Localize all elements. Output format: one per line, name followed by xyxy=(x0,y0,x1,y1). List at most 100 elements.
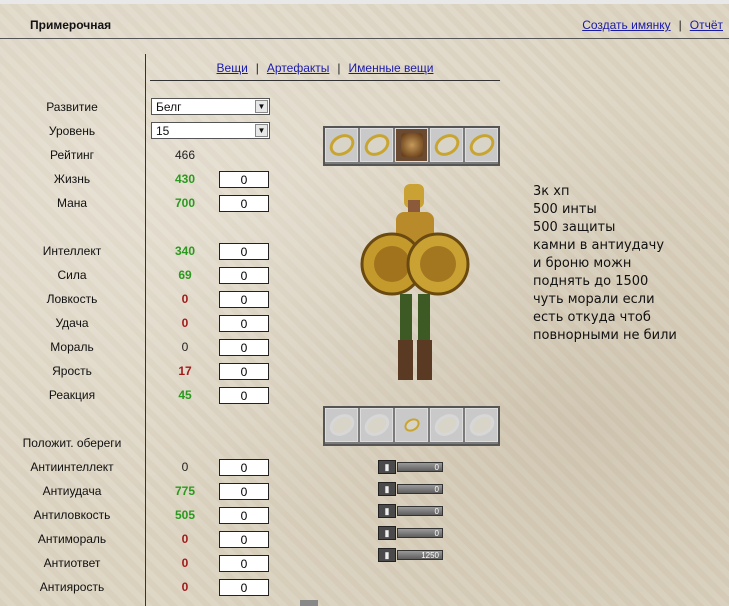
note-line: поднять до 1500 xyxy=(533,274,649,289)
separator: | xyxy=(337,61,341,75)
amulet-input-anti-response[interactable] xyxy=(219,555,269,572)
stat-label-agility: Ловкость xyxy=(46,292,98,306)
equipment-bar: ▮ 0 xyxy=(378,460,443,474)
stat-value-reaction: 45 xyxy=(178,388,192,402)
item-slot[interactable] xyxy=(360,408,393,442)
item-slot[interactable] xyxy=(360,128,393,162)
bottom-item-slots xyxy=(323,406,500,446)
item-slot[interactable] xyxy=(430,128,463,162)
stat-input-rage[interactable] xyxy=(219,363,269,380)
development-value: Белг xyxy=(156,100,182,114)
character-figure xyxy=(360,184,470,380)
note-line: чуть морали если xyxy=(533,292,655,307)
amulet-value-anti-intellect: 0 xyxy=(181,460,189,474)
amulet-label-anti-agility: Антиловкость xyxy=(33,508,111,522)
amulets-heading: Положит. обереги xyxy=(22,436,122,450)
bar-icon: ▮ xyxy=(378,482,396,496)
equipment-bar: ▮ 0 xyxy=(378,526,443,540)
scroll-edge xyxy=(300,600,318,606)
amulet-label-anti-morale: Антимораль xyxy=(37,532,107,546)
development-label: Развитие xyxy=(46,100,98,114)
equipment-bar: ▮ 0 xyxy=(378,482,443,496)
stat-value-agility: 0 xyxy=(181,292,189,306)
item-slot[interactable] xyxy=(325,128,358,162)
rating-value: 466 xyxy=(174,148,196,162)
stat-input-reaction[interactable] xyxy=(219,387,269,404)
stat-input-mana[interactable] xyxy=(219,195,269,212)
build-note: 3к хп 500 инты 500 защиты камни в антиуд… xyxy=(533,183,677,345)
bar-icon: ▮ xyxy=(378,504,396,518)
development-select[interactable]: Белг ▼ xyxy=(151,98,270,115)
note-line: и броню можн xyxy=(533,256,632,271)
stat-value-morale: 0 xyxy=(181,340,189,354)
ring-icon xyxy=(325,409,358,441)
amulet-input-anti-luck[interactable] xyxy=(219,483,269,500)
rating-label: Рейтинг xyxy=(49,148,95,162)
ring-icon xyxy=(430,409,463,441)
bar-value: 0 xyxy=(397,506,443,516)
stat-input-strength[interactable] xyxy=(219,267,269,284)
note-line: 3к хп xyxy=(533,184,570,199)
separator: | xyxy=(255,61,259,75)
equipment-bar: ▮ 0 xyxy=(378,504,443,518)
stat-label-rage: Ярость xyxy=(52,364,92,378)
amulet-value-anti-agility: 505 xyxy=(174,508,196,522)
equipment-bar: ▮ 1250 xyxy=(378,548,443,562)
stat-input-intellect[interactable] xyxy=(219,243,269,260)
amulet-label-anti-luck: Антиудача xyxy=(42,484,102,498)
chevron-down-icon[interactable]: ▼ xyxy=(255,124,268,137)
stat-value-rage: 17 xyxy=(178,364,192,378)
stat-input-morale[interactable] xyxy=(219,339,269,356)
item-slot[interactable] xyxy=(325,408,358,442)
create-name-item-link[interactable]: Создать имянку xyxy=(582,18,670,32)
amulet-input-anti-morale[interactable] xyxy=(219,531,269,548)
tab-artifacts[interactable]: Артефакты xyxy=(267,61,330,75)
amulet-input-anti-agility[interactable] xyxy=(219,507,269,524)
stat-label-luck: Удача xyxy=(55,316,89,330)
amulet-value-anti-morale: 0 xyxy=(181,532,189,546)
top-links: Создать имянку | Отчёт xyxy=(582,18,723,32)
bar-value: 0 xyxy=(397,462,443,472)
note-line: повнорными не били xyxy=(533,328,677,343)
amulet-label-anti-response: Антиответ xyxy=(43,556,101,570)
amulet-value-anti-response: 0 xyxy=(181,556,189,570)
tab-items[interactable]: Вещи xyxy=(217,61,248,75)
vertical-divider xyxy=(145,54,146,606)
ring-icon xyxy=(465,129,498,161)
stat-value-mana: 700 xyxy=(174,196,196,210)
ring-icon xyxy=(360,129,393,161)
stat-label-morale: Мораль xyxy=(50,340,94,354)
level-value: 15 xyxy=(156,124,170,138)
ring-icon xyxy=(360,409,393,441)
amulet-input-anti-rage[interactable] xyxy=(219,579,269,596)
bar-icon: ▮ xyxy=(378,460,396,474)
chevron-down-icon[interactable]: ▼ xyxy=(255,100,268,113)
item-slot[interactable] xyxy=(465,408,498,442)
stat-label-mana: Мана xyxy=(56,196,88,210)
tab-underline xyxy=(150,80,500,81)
amulet-label-anti-rage: Антиярость xyxy=(39,580,105,594)
ring-icon xyxy=(430,129,463,161)
amulet-input-anti-intellect[interactable] xyxy=(219,459,269,476)
stat-label-reaction: Реакция xyxy=(48,388,96,402)
stat-label-strength: Сила xyxy=(57,268,87,282)
stat-value-intellect: 340 xyxy=(174,244,196,258)
top-item-slots xyxy=(323,126,500,166)
level-label: Уровень xyxy=(48,124,96,138)
level-select[interactable]: 15 ▼ xyxy=(151,122,270,139)
report-link[interactable]: Отчёт xyxy=(690,18,723,32)
amulet-value-anti-luck: 775 xyxy=(174,484,196,498)
tab-named-items[interactable]: Именные вещи xyxy=(349,61,434,75)
bar-icon: ▮ xyxy=(378,548,396,562)
stat-input-luck[interactable] xyxy=(219,315,269,332)
amulet-value-anti-rage: 0 xyxy=(181,580,189,594)
stat-input-life[interactable] xyxy=(219,171,269,188)
stat-value-strength: 69 xyxy=(178,268,192,282)
item-slot[interactable] xyxy=(465,128,498,162)
stat-input-agility[interactable] xyxy=(219,291,269,308)
item-slot[interactable] xyxy=(395,128,428,162)
ring-icon xyxy=(325,129,358,161)
bar-value: 0 xyxy=(397,484,443,494)
item-slot[interactable] xyxy=(395,408,428,442)
item-slot[interactable] xyxy=(430,408,463,442)
